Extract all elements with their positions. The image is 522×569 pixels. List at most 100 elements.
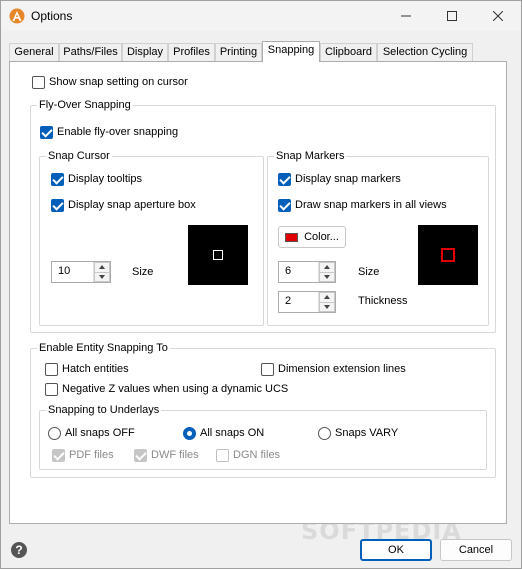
color-swatch-icon: [285, 232, 299, 242]
help-icon[interactable]: ?: [11, 542, 27, 558]
arrow-down-icon: [324, 274, 330, 279]
all-snaps-off-label: All snaps OFF: [65, 427, 135, 439]
spin-up-button[interactable]: [319, 262, 335, 273]
tab-paths-files[interactable]: Paths/Files: [59, 43, 122, 61]
checkbox-box[interactable]: [32, 75, 45, 89]
window-title: Options: [31, 9, 73, 23]
close-icon: [493, 11, 503, 21]
marker-size-label: Size: [358, 266, 380, 278]
spin-down-button[interactable]: [94, 272, 110, 282]
color-button[interactable]: Color...: [278, 226, 346, 248]
tab-selection-cycling[interactable]: Selection Cycling: [377, 43, 473, 61]
radio-circle[interactable]: [318, 426, 331, 440]
snaps-vary-label: Snaps VARY: [335, 427, 399, 439]
enable-flyover-label: Enable fly-over snapping: [57, 126, 179, 138]
dwf-files-label: DWF files: [151, 449, 199, 461]
cursor-size-label: Size: [132, 266, 154, 278]
maximize-button[interactable]: [429, 1, 475, 31]
tab-profiles[interactable]: Profiles: [168, 43, 215, 61]
tab-display[interactable]: Display: [122, 43, 168, 61]
display-markers-checkbox[interactable]: Display snap markers: [278, 171, 401, 187]
negative-z-label: Negative Z values when using a dynamic U…: [62, 383, 289, 395]
entity-snapping-group: Enable Entity Snapping To Hatch entities…: [30, 341, 496, 478]
arrow-up-icon: [99, 265, 105, 270]
marker-thickness-spinner[interactable]: 2: [278, 291, 336, 313]
all-snaps-on-label: All snaps ON: [200, 427, 265, 439]
tab-general[interactable]: General: [9, 43, 59, 61]
arrow-down-icon: [99, 274, 105, 279]
aperture-preview: [188, 225, 248, 285]
spin-down-button[interactable]: [319, 302, 335, 312]
entity-snapping-group-label: Enable Entity Snapping To: [37, 341, 170, 355]
maximize-icon: [447, 11, 457, 21]
arrow-down-icon: [324, 304, 330, 309]
aperture-box-icon: [213, 250, 223, 260]
cancel-button[interactable]: Cancel: [440, 539, 512, 561]
marker-preview: [418, 225, 478, 285]
underlays-group: Snapping to Underlays All snaps OFF All …: [39, 403, 487, 470]
hatch-entities-label: Hatch entities: [62, 363, 129, 375]
spin-down-button[interactable]: [319, 272, 335, 282]
marker-size-value[interactable]: 6: [279, 262, 318, 282]
dimension-lines-label: Dimension extension lines: [278, 363, 406, 375]
show-snap-setting-checkbox[interactable]: Show snap setting on cursor: [32, 74, 188, 90]
snap-cursor-group: Snap Cursor Display tooltips Display sna…: [39, 149, 264, 326]
enable-flyover-checkbox[interactable]: Enable fly-over snapping: [40, 124, 178, 140]
flyover-group-label: Fly-Over Snapping: [37, 98, 133, 112]
arrow-up-icon: [324, 265, 330, 270]
show-snap-setting-label: Show snap setting on cursor: [49, 76, 188, 88]
title-bar: Options: [1, 1, 521, 31]
checkbox-box[interactable]: [45, 382, 58, 396]
underlays-group-label: Snapping to Underlays: [46, 403, 162, 417]
tab-snapping[interactable]: Snapping: [262, 41, 320, 62]
all-snaps-on-radio[interactable]: All snaps ON: [183, 425, 264, 441]
marker-thickness-value[interactable]: 2: [279, 292, 318, 312]
checkbox-box[interactable]: [51, 198, 64, 212]
display-tooltips-label: Display tooltips: [68, 173, 142, 185]
flyover-snapping-group: Fly-Over Snapping Enable fly-over snappi…: [30, 98, 496, 333]
display-aperture-checkbox[interactable]: Display snap aperture box: [51, 197, 196, 213]
checkbox-box[interactable]: [40, 125, 53, 139]
checkbox-box: [216, 448, 229, 462]
pdf-files-checkbox: PDF files: [52, 447, 114, 463]
draw-all-views-checkbox[interactable]: Draw snap markers in all views: [278, 197, 447, 213]
dwf-files-checkbox: DWF files: [134, 447, 199, 463]
spin-up-button[interactable]: [319, 292, 335, 303]
spin-up-button[interactable]: [94, 262, 110, 273]
display-markers-label: Display snap markers: [295, 173, 401, 185]
cursor-size-value[interactable]: 10: [52, 262, 93, 282]
tab-printing[interactable]: Printing: [215, 43, 262, 61]
dimension-lines-checkbox[interactable]: Dimension extension lines: [261, 361, 406, 377]
display-tooltips-checkbox[interactable]: Display tooltips: [51, 171, 142, 187]
negative-z-checkbox[interactable]: Negative Z values when using a dynamic U…: [45, 381, 288, 397]
color-button-label: Color...: [304, 231, 339, 243]
arrow-up-icon: [324, 295, 330, 300]
close-button[interactable]: [475, 1, 521, 31]
hatch-entities-checkbox[interactable]: Hatch entities: [45, 361, 129, 377]
dgn-files-checkbox: DGN files: [216, 447, 280, 463]
dgn-files-label: DGN files: [233, 449, 281, 461]
checkbox-box[interactable]: [278, 172, 291, 186]
tab-clipboard[interactable]: Clipboard: [320, 43, 377, 61]
snaps-vary-radio[interactable]: Snaps VARY: [318, 425, 398, 441]
ok-button[interactable]: OK: [360, 539, 432, 561]
minimize-button[interactable]: [383, 1, 429, 31]
draw-all-views-label: Draw snap markers in all views: [295, 199, 447, 211]
checkbox-box[interactable]: [261, 362, 274, 376]
snap-markers-group: Snap Markers Display snap markers Draw s…: [267, 149, 489, 326]
radio-circle[interactable]: [183, 426, 196, 440]
marker-thickness-label: Thickness: [358, 295, 408, 307]
checkbox-box[interactable]: [45, 362, 58, 376]
minimize-icon: [401, 15, 411, 17]
pdf-files-label: PDF files: [69, 449, 114, 461]
snap-cursor-group-label: Snap Cursor: [46, 149, 112, 163]
display-aperture-label: Display snap aperture box: [68, 199, 196, 211]
marker-size-spinner[interactable]: 6: [278, 261, 336, 283]
snapping-panel: Show snap setting on cursor Fly-Over Sna…: [9, 61, 507, 524]
cursor-size-spinner[interactable]: 10: [51, 261, 111, 283]
all-snaps-off-radio[interactable]: All snaps OFF: [48, 425, 135, 441]
radio-circle[interactable]: [48, 426, 61, 440]
snap-markers-group-label: Snap Markers: [274, 149, 347, 163]
checkbox-box[interactable]: [278, 198, 291, 212]
checkbox-box[interactable]: [51, 172, 64, 186]
